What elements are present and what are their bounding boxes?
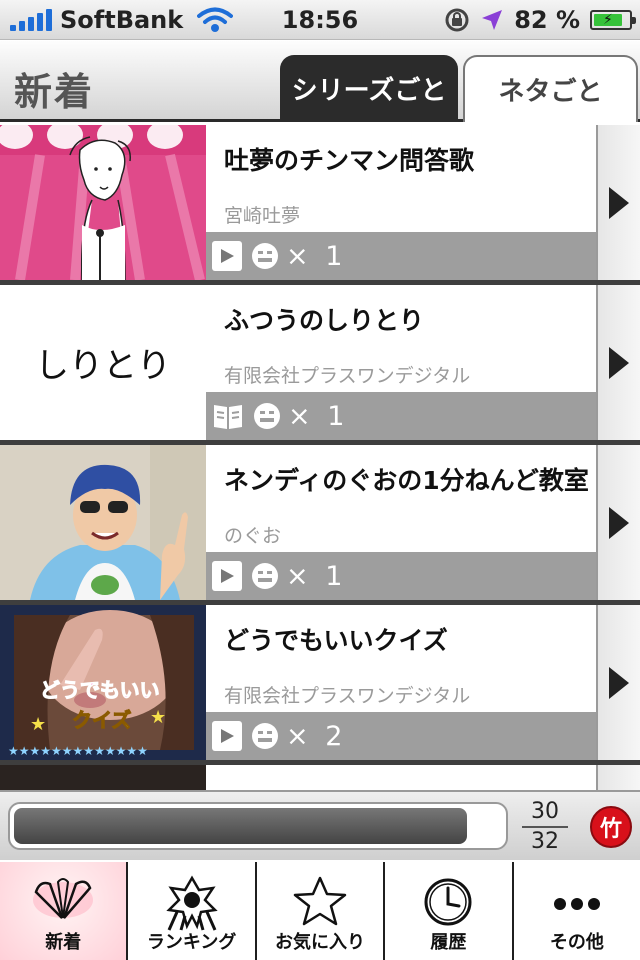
- item-title: 吐夢のチンマン問答歌: [224, 146, 475, 175]
- video-icon: [212, 721, 242, 751]
- tab-ranking[interactable]: ランキング: [128, 862, 255, 960]
- list-item[interactable]: [0, 765, 640, 790]
- item-title: ふつうのしりとり: [224, 306, 425, 335]
- chevron-right-icon[interactable]: [596, 445, 640, 600]
- player-bar: 30 32 竹: [0, 790, 640, 860]
- video-icon: [212, 561, 242, 591]
- list-item[interactable]: 吐夢のチンマン問答歌 宮崎吐夢 × 1: [0, 125, 640, 280]
- rotation-lock-icon: [445, 8, 469, 32]
- item-count: × 1: [288, 400, 349, 432]
- thumbnail-image: [0, 125, 206, 280]
- item-title: ネンディのぐおの1分ねんど教室: [224, 466, 589, 495]
- bamboo-button[interactable]: 竹: [590, 806, 632, 848]
- item-author: のぐお: [224, 525, 282, 547]
- more-icon: [553, 898, 600, 910]
- tab-label: 履歴: [430, 932, 467, 953]
- item-count: × 1: [286, 560, 347, 592]
- thumbnail-text: しりとり: [35, 346, 171, 386]
- smiley-face-icon: [252, 723, 278, 749]
- tab-label: ランキング: [146, 932, 237, 953]
- smiley-face-icon: [252, 243, 278, 269]
- navigation-bar: 新着 シリーズごと ネタごと: [0, 41, 640, 122]
- star-icon: [293, 876, 347, 926]
- thumbnail-image: どうでもいい クイズ ★ ★ ★★★★★★★★★★★★★: [0, 605, 206, 760]
- svg-text:★: ★: [150, 707, 166, 728]
- thumbnail-text: クイズ: [72, 708, 131, 732]
- thumbnail-image: [0, 765, 206, 790]
- tab-label: その他: [549, 932, 604, 953]
- tab-favorites[interactable]: お気に入り: [256, 862, 384, 960]
- chevron-right-icon[interactable]: [596, 605, 640, 760]
- thumbnail-image: [0, 445, 206, 600]
- item-meta-bar: × 1: [206, 552, 596, 600]
- series-list: 吐夢のチンマン問答歌 宮崎吐夢 × 1 しりとり ふつうのしりとり 有限会社プラ…: [0, 125, 640, 790]
- tab-more[interactable]: その他: [513, 862, 640, 960]
- carrier-name: SoftBank: [60, 5, 184, 34]
- item-title: どうでもいいクイズ: [224, 626, 448, 655]
- location-arrow-icon: [482, 10, 503, 30]
- smiley-face-icon: [254, 403, 280, 429]
- total-count: 32: [531, 829, 559, 854]
- status-bar: SoftBank 18:56 82 % ⚡: [0, 0, 640, 40]
- chevron-right-icon[interactable]: [596, 285, 640, 440]
- battery-percentage: 82 %: [514, 6, 580, 34]
- chevron-right-icon[interactable]: [596, 125, 640, 280]
- thumbnail-text: どうでもいい: [40, 678, 160, 702]
- tab-new[interactable]: 新着: [0, 862, 127, 960]
- progress-track[interactable]: [8, 802, 508, 850]
- battery-icon: ⚡: [590, 10, 636, 30]
- tab-label: お気に入り: [275, 932, 366, 953]
- item-count: × 2: [286, 720, 347, 752]
- item-author: 宮崎吐夢: [224, 205, 301, 227]
- svg-text:★★★★★★★★★★★★★: ★★★★★★★★★★★★★: [8, 744, 148, 758]
- tab-history[interactable]: 履歴: [385, 862, 512, 960]
- item-author: 有限会社プラスワンデジタル: [224, 365, 471, 387]
- ranking-icon: [165, 875, 218, 931]
- item-meta-bar: × 1: [206, 392, 596, 440]
- list-item[interactable]: どうでもいい クイズ ★ ★ ★★★★★★★★★★★★★ どうでもいいクイズ 有…: [0, 605, 640, 760]
- battery-level: ⚡: [594, 13, 622, 27]
- tab-label: 新着: [45, 932, 82, 953]
- book-icon: [214, 405, 242, 429]
- new-arrivals-icon: [33, 878, 94, 919]
- item-count: × 1: [286, 240, 347, 272]
- page-title: 新着: [14, 70, 95, 114]
- list-item[interactable]: ネンディのぐおの1分ねんど教室 のぐお × 1: [0, 445, 640, 600]
- list-item[interactable]: しりとり ふつうのしりとり 有限会社プラスワンデジタル × 1: [0, 285, 640, 440]
- wifi-icon: [197, 7, 234, 32]
- current-count: 30: [531, 799, 559, 824]
- tab-series[interactable]: シリーズごと: [280, 55, 458, 122]
- smiley-face-icon: [252, 563, 278, 589]
- svg-text:★: ★: [30, 714, 46, 735]
- thumbnail-image: しりとり: [0, 285, 206, 440]
- tab-neta[interactable]: ネタごと: [463, 55, 638, 122]
- item-meta-bar: × 2: [206, 712, 596, 760]
- tab-bar: 新着 ランキング お気に入り 履歴 その他: [0, 862, 640, 960]
- page-counter: 30 32: [520, 798, 570, 856]
- video-icon: [212, 241, 242, 271]
- item-meta-bar: × 1: [206, 232, 596, 280]
- chevron-right-icon[interactable]: [596, 765, 640, 790]
- clock-icon: [424, 878, 472, 926]
- signal-strength-icon: [10, 8, 52, 31]
- progress-fill: [14, 808, 468, 844]
- item-author: 有限会社プラスワンデジタル: [224, 685, 471, 707]
